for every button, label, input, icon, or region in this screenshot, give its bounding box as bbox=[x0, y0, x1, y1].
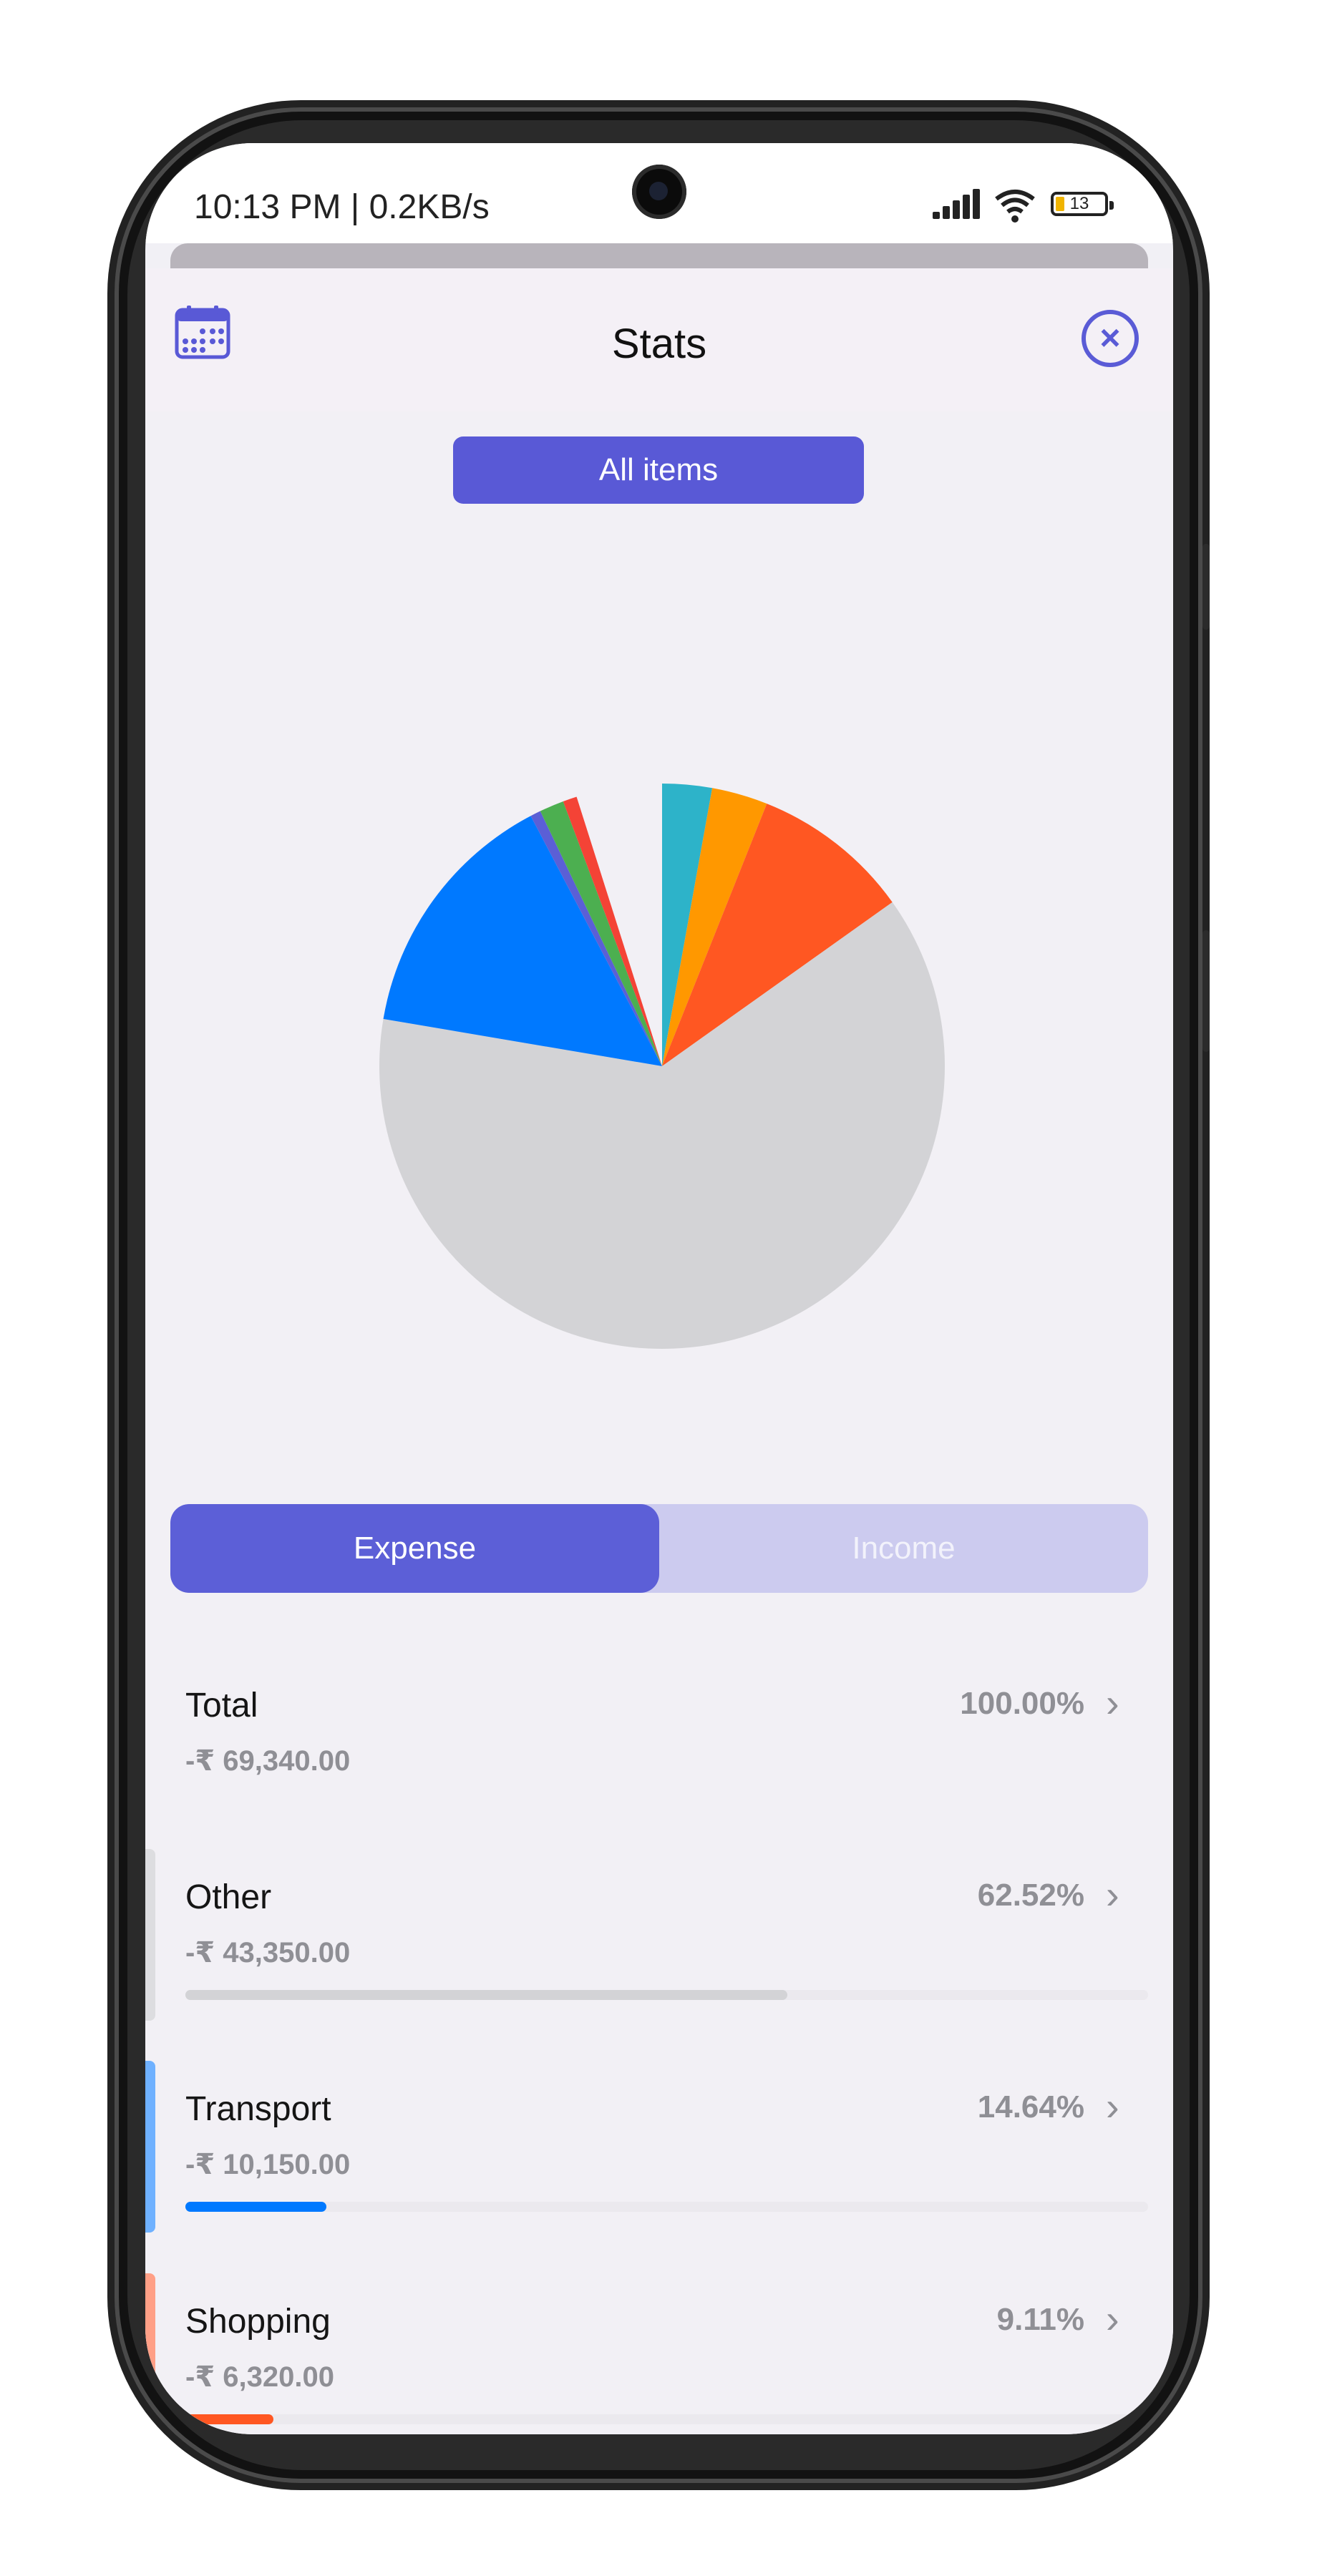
category-percent: 14.64% bbox=[977, 2089, 1084, 2124]
status-bar: 10:13 PM | 0.2KB/s 13 bbox=[145, 143, 1173, 243]
tab-income[interactable]: Income bbox=[659, 1504, 1148, 1593]
status-time: 10:13 PM | 0.2KB/s bbox=[194, 188, 490, 226]
progress-fill bbox=[185, 1990, 787, 2000]
category-name: Other bbox=[185, 1878, 272, 1916]
category-row[interactable]: Shopping 9.11% › -₹ 6,320.00 bbox=[145, 2273, 1173, 2434]
signal-icon bbox=[933, 187, 983, 219]
front-camera bbox=[632, 165, 686, 219]
progress-track bbox=[185, 2414, 1148, 2424]
category-name: Transport bbox=[185, 2090, 331, 2128]
screen: 10:13 PM | 0.2KB/s 13 Stats × All items … bbox=[145, 143, 1173, 2434]
tab-expense[interactable]: Expense bbox=[170, 1504, 659, 1593]
chevron-right-icon: › bbox=[1106, 1872, 1119, 1917]
category-amount: -₹ 69,340.00 bbox=[185, 1745, 351, 1777]
power-key bbox=[1202, 930, 1210, 1052]
chevron-right-icon: › bbox=[1106, 2296, 1119, 2341]
progress-fill bbox=[185, 2414, 273, 2424]
category-accent bbox=[145, 2273, 155, 2434]
category-name: Shopping bbox=[185, 2303, 331, 2341]
chevron-right-icon: › bbox=[1106, 2084, 1119, 2129]
expense-income-toggle: Expense Income bbox=[170, 1504, 1148, 1593]
volume-key bbox=[1202, 544, 1210, 630]
category-name: Total bbox=[185, 1687, 258, 1724]
battery-level: 13 bbox=[1069, 194, 1089, 213]
category-accent bbox=[145, 2061, 155, 2233]
category-amount: -₹ 43,350.00 bbox=[185, 1937, 351, 1968]
category-amount: -₹ 6,320.00 bbox=[185, 2361, 334, 2393]
progress-track bbox=[185, 2202, 1148, 2212]
category-accent bbox=[145, 1849, 155, 2021]
battery-icon: 13 bbox=[1051, 192, 1114, 216]
category-percent: 100.00% bbox=[960, 1686, 1084, 1721]
stats-sheet: Stats × All items Expense Income Total 1… bbox=[145, 268, 1173, 2434]
top-bar: Stats × bbox=[145, 268, 1173, 411]
all-items-button[interactable]: All items bbox=[453, 436, 864, 504]
close-button[interactable]: × bbox=[1082, 310, 1139, 367]
total-row[interactable]: Total 100.00% › -₹ 69,340.00 bbox=[145, 1680, 1173, 1793]
category-percent: 9.11% bbox=[996, 2302, 1084, 2337]
chevron-right-icon: › bbox=[1106, 1680, 1119, 1725]
close-icon: × bbox=[1099, 318, 1121, 358]
category-amount: -₹ 10,150.00 bbox=[185, 2149, 351, 2180]
expense-pie-chart[interactable] bbox=[369, 773, 956, 1360]
category-percent: 62.52% bbox=[977, 1878, 1084, 1913]
category-row[interactable]: Other 62.52% › -₹ 43,350.00 bbox=[145, 1849, 1173, 2042]
wifi-icon bbox=[995, 190, 1035, 223]
category-row[interactable]: Transport 14.64% › -₹ 10,150.00 bbox=[145, 2061, 1173, 2254]
page-title: Stats bbox=[611, 321, 707, 367]
progress-track bbox=[185, 1990, 1148, 2000]
progress-fill bbox=[185, 2202, 326, 2212]
